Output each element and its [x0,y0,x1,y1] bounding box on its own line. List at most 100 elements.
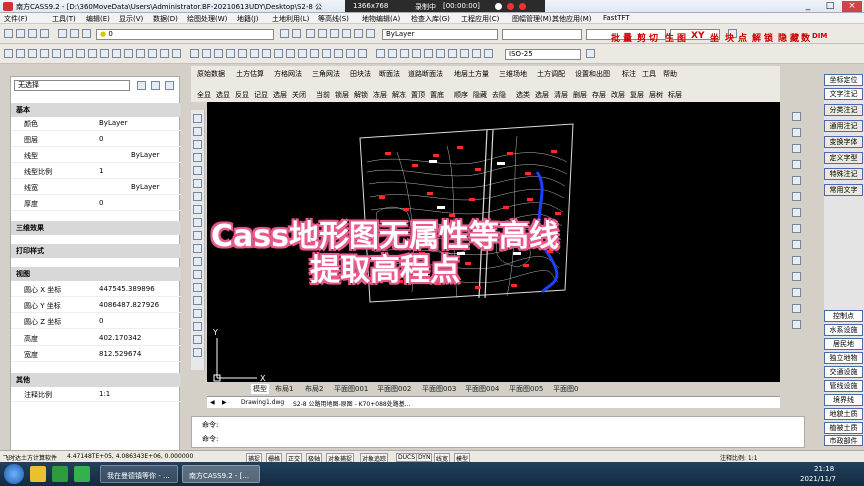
dimstyle-combo[interactable]: ISO-25 [505,49,581,60]
tab-settings-plot[interactable]: 设置和出图 [575,69,610,79]
dim-update-icon[interactable] [484,49,493,58]
tab-field-method[interactable]: 田块法 [350,69,371,79]
doc-tab-s2-8[interactable]: S2-8 公路用地图-原图 - K70+088处路基... [293,399,410,408]
arc-icon[interactable] [64,49,73,58]
tab-tools[interactable]: 工具 [642,69,656,79]
trim-icon[interactable] [298,49,307,58]
tool-select-show[interactable]: 选显 [216,90,230,100]
region-icon[interactable] [160,49,169,58]
select-objects-icon[interactable] [151,81,160,90]
tab-tin-method[interactable]: 三角网法 [312,69,340,79]
unlock-button-1[interactable]: 解 [752,31,761,44]
taskbar-item-cass[interactable]: 南方CASS9.2 - [... [182,465,260,483]
tool-icon[interactable] [792,160,801,169]
menu-sheet[interactable]: 图幅管理(M) [512,14,552,24]
tool-icon[interactable] [193,153,202,162]
point-icon[interactable] [136,49,145,58]
record-icon[interactable] [507,3,514,10]
layer-manager-icon[interactable] [280,29,289,38]
copy-object-icon[interactable] [202,49,211,58]
copy-icon[interactable] [70,29,79,38]
status-scale[interactable]: 注释比例: 1:1 [720,453,758,462]
hide-button-1[interactable]: 隐 [778,31,787,44]
tool-label-layer[interactable]: 标层 [668,90,682,100]
tab-earthwork-estimate[interactable]: 土方估算 [236,69,264,79]
prop-row[interactable]: 线型比例 1 [11,167,181,179]
mirror-icon[interactable] [214,49,223,58]
btn-general-annotation[interactable]: 通用注记 [824,120,863,132]
tool-icon[interactable] [193,231,202,240]
cut-icon[interactable] [58,29,67,38]
coord-button[interactable]: 坐 [710,31,719,44]
tool-icon[interactable] [193,218,202,227]
tolerance-icon[interactable] [448,49,457,58]
doc-tab-drawing1[interactable]: Drawing1.dwg [241,399,284,406]
tab-model[interactable]: 模型 [251,384,269,394]
block-button[interactable]: 块 [725,31,734,44]
tool-icon[interactable] [792,128,801,137]
menu-check[interactable]: 检查入库(G) [411,14,450,24]
dim-button[interactable]: DIM [812,32,827,40]
tool-icon[interactable] [792,208,801,217]
tool-icon[interactable] [792,240,801,249]
tab-section-method[interactable]: 断面法 [379,69,400,79]
zoom-realtime-icon[interactable] [306,29,315,38]
scale-icon[interactable] [274,49,283,58]
layer-combo[interactable]: ● 0 [96,29,274,40]
prop-row[interactable]: 颜色 ByLayer [11,119,181,131]
tool-delete-layer[interactable]: 删层 [573,90,587,100]
btn-change-font[interactable]: 变换字体 [824,136,863,148]
layer-previous-icon[interactable] [292,29,301,38]
tool-icon[interactable] [193,244,202,253]
tool-lock-layer[interactable]: 锁层 [335,90,349,100]
prop-row[interactable]: 注释比例 1:1 [11,390,181,402]
tool-order[interactable]: 顺序 [454,90,468,100]
gen-button[interactable]: 生 [665,31,674,44]
center-mark-icon[interactable] [460,49,469,58]
print-icon[interactable] [40,29,49,38]
prop-row[interactable]: 圆心 X 坐标 447545.389896 [11,285,181,297]
btn-residential[interactable]: 居民地 [824,338,863,350]
tool-icon[interactable] [193,114,202,123]
start-icon[interactable] [4,464,24,484]
tool-icon[interactable] [193,140,202,149]
dim-aligned-icon[interactable] [388,49,397,58]
clock-date[interactable]: 2021/11/7 [800,475,836,483]
batch-button-1[interactable]: 批 [611,31,620,44]
tool-icon[interactable] [792,112,801,121]
btn-transport[interactable]: 交通设施 [824,366,863,378]
xy-button[interactable]: XY [691,31,704,41]
move-icon[interactable] [250,49,259,58]
dim-continue-icon[interactable] [436,49,445,58]
tab-plan001[interactable]: 平面图001 [334,384,368,394]
tool-unhide[interactable]: 去隐 [492,90,506,100]
tool-icon[interactable] [193,257,202,266]
tool-close[interactable]: 关闭 [292,90,306,100]
doc-prev-icon[interactable]: ◀ [210,399,215,406]
make-block-icon[interactable] [124,49,133,58]
btn-text-annotation[interactable]: 文字注记 [824,88,863,100]
hide-button-2[interactable]: 藏 [790,31,799,44]
color-combo[interactable]: ByLayer [382,29,498,40]
prop-row[interactable]: 高度 402.170342 [11,334,181,346]
tool-clear-layer[interactable]: 清层 [554,90,568,100]
menu-engineering[interactable]: 工程应用(C) [461,14,499,24]
tab-raw-data[interactable]: 原始数据 [197,69,225,79]
tool-select-layer[interactable]: 选层 [273,90,287,100]
clock-time[interactable]: 21:18 [814,465,834,473]
prop-row[interactable]: 宽度 812.529674 [11,350,181,362]
tab-road-section[interactable]: 道路断面法 [408,69,443,79]
tool-reverse-show[interactable]: 反显 [235,90,249,100]
menu-tools[interactable]: 工具(T) [52,14,76,24]
menu-contour[interactable]: 等高线(S) [318,14,349,24]
tool-icon[interactable] [193,270,202,279]
tool-show-all[interactable]: 全显 [197,90,211,100]
maximize-icon[interactable]: □ [820,1,840,12]
tool-icon[interactable] [193,296,202,305]
zoom-window-icon[interactable] [318,29,327,38]
prop-row[interactable]: 线型 ByLayer [11,151,181,163]
btn-water-system[interactable]: 水系设施 [824,324,863,336]
menu-landuse[interactable]: 土地利用(L) [272,14,309,24]
construction-line-icon[interactable] [16,49,25,58]
tool-freeze-layer[interactable]: 冻层 [373,90,387,100]
